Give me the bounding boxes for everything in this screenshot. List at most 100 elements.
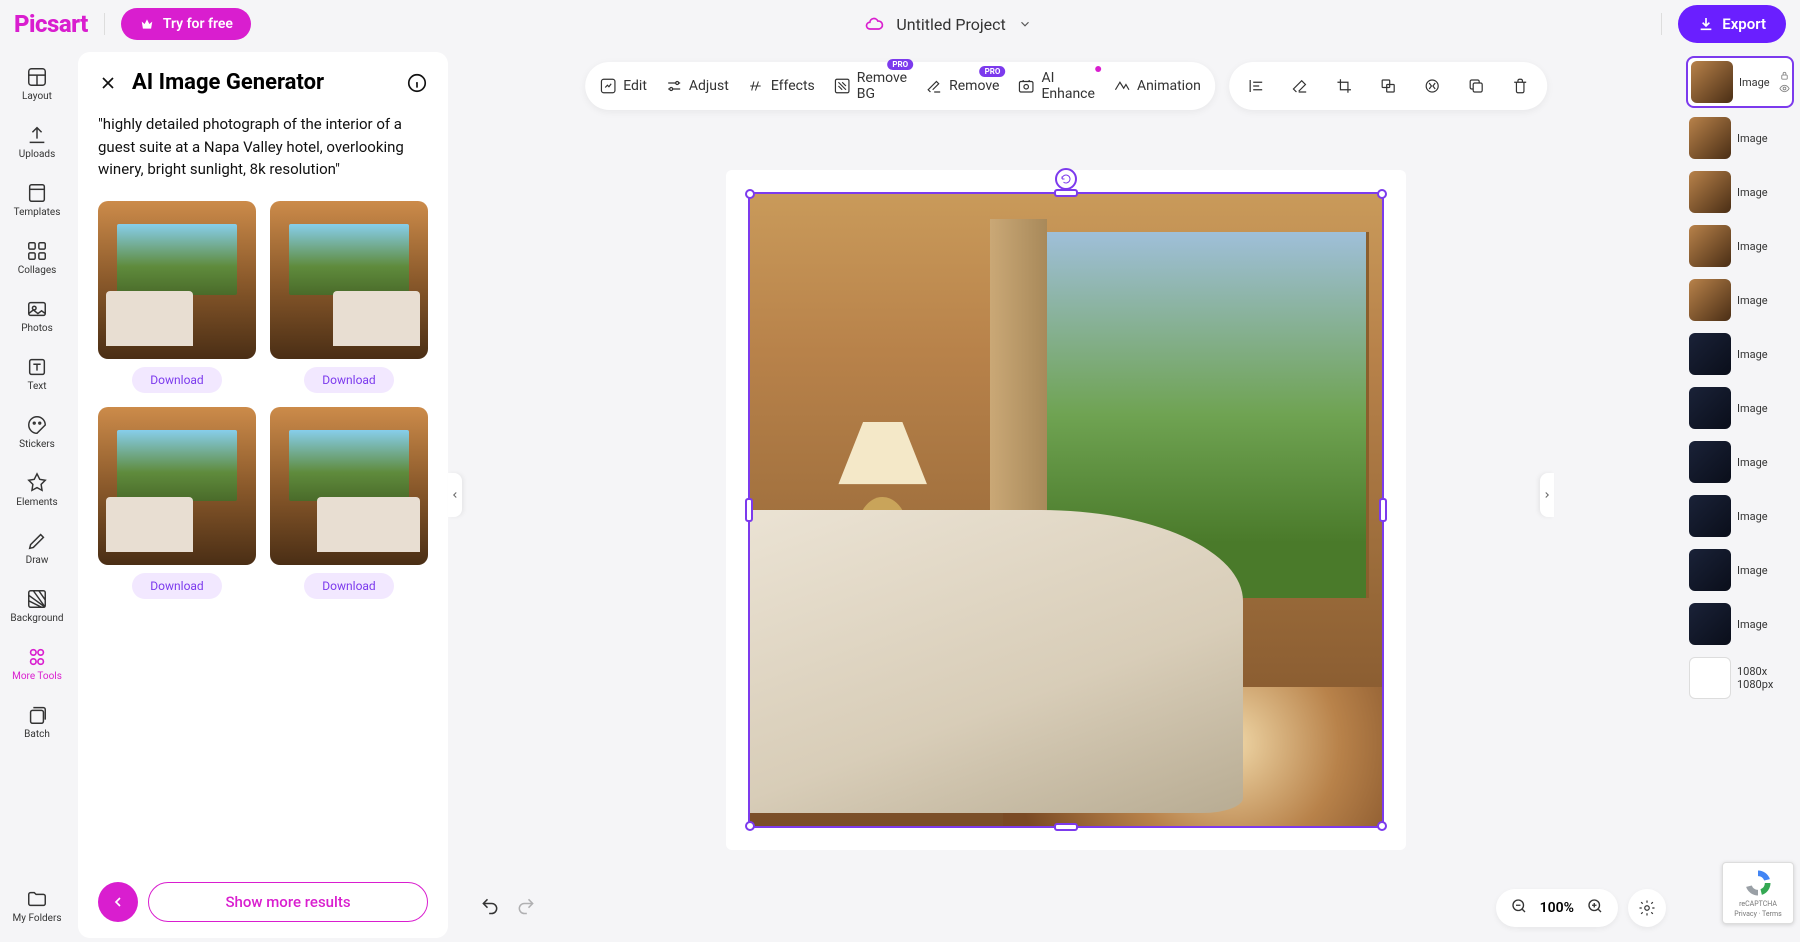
nav-photos[interactable]: Photos [0, 288, 74, 344]
animation-button[interactable]: Animation [1113, 77, 1201, 95]
remove-button[interactable]: RemovePRO [925, 77, 999, 95]
resize-handle-tl[interactable] [745, 189, 755, 199]
result-thumbnail[interactable] [98, 201, 256, 359]
nav-background[interactable]: Background [0, 578, 74, 634]
try-for-free-button[interactable]: Try for free [121, 8, 251, 40]
remove-bg-button[interactable]: Remove BGPRO [833, 70, 907, 102]
lock-icon[interactable] [1779, 70, 1790, 81]
back-button[interactable] [98, 882, 138, 922]
nav-draw[interactable]: Draw [0, 520, 74, 576]
canvas-area[interactable]: Edit Adjust Effects Remove BGPRO RemoveP… [452, 48, 1680, 942]
layer-item[interactable]: Image [1686, 438, 1794, 486]
resize-handle-ml[interactable] [745, 498, 753, 522]
nav-layout[interactable]: Layout [0, 56, 74, 112]
nav-elements[interactable]: Elements [0, 462, 74, 518]
result-thumbnail[interactable] [270, 201, 428, 359]
duplicate-icon [1467, 77, 1485, 95]
ai-enhance-icon [1017, 77, 1035, 95]
panel-title: AI Image Generator [132, 70, 392, 95]
zoom-value[interactable]: 100% [1540, 900, 1574, 916]
canvas-settings-button[interactable] [1628, 889, 1666, 927]
layer-item[interactable]: Image [1686, 114, 1794, 162]
eraser-icon [1291, 77, 1309, 95]
resize-handle-tr[interactable] [1377, 189, 1387, 199]
nav-stickers[interactable]: Stickers [0, 404, 74, 460]
recaptcha-badge[interactable]: reCAPTCHA Privacy · Terms [1722, 862, 1794, 924]
layer-item[interactable]: Image [1686, 330, 1794, 378]
recaptcha-terms: Privacy · Terms [1734, 910, 1781, 918]
resize-handle-bl[interactable] [745, 821, 755, 831]
undo-button[interactable] [480, 896, 500, 920]
project-title-area[interactable]: Untitled Project [864, 14, 1031, 34]
selection-frame[interactable] [748, 192, 1384, 828]
object-toolbar [1229, 62, 1547, 110]
result-thumbnail[interactable] [98, 407, 256, 565]
nav-my-folders[interactable]: My Folders [0, 878, 74, 934]
zoom-controls: 100% [1496, 889, 1618, 927]
export-button[interactable]: Export [1678, 5, 1786, 43]
nav-collages[interactable]: Collages [0, 230, 74, 286]
crop-icon [1335, 77, 1353, 95]
resize-handle-mt[interactable] [1054, 189, 1078, 197]
flip-button[interactable] [1419, 73, 1445, 99]
delete-button[interactable] [1507, 73, 1533, 99]
zoom-out-button[interactable] [1510, 897, 1528, 919]
duplicate-button[interactable] [1463, 73, 1489, 99]
download-button[interactable]: Download [132, 367, 221, 393]
redo-button[interactable] [516, 896, 536, 920]
layer-label: 1080x 1080px [1737, 665, 1791, 691]
layer-item[interactable]: Image [1686, 276, 1794, 324]
align-icon [1247, 77, 1265, 95]
layer-item[interactable]: Image [1686, 56, 1794, 108]
artboard[interactable] [726, 170, 1406, 850]
collapse-layers-handle[interactable] [1540, 473, 1554, 517]
layer-item[interactable]: Image [1686, 384, 1794, 432]
info-icon [406, 72, 428, 94]
nav-templates[interactable]: Templates [0, 172, 74, 228]
layer-thumbnail [1689, 441, 1731, 483]
layers-order-button[interactable] [1375, 73, 1401, 99]
zoom-in-button[interactable] [1586, 897, 1604, 919]
edit-icon [599, 77, 617, 95]
result-thumbnail[interactable] [270, 407, 428, 565]
close-panel-button[interactable] [98, 73, 118, 93]
ai-enhance-button[interactable]: AI Enhance [1017, 70, 1095, 102]
layer-item[interactable]: Image [1686, 222, 1794, 270]
layer-label: Image [1737, 240, 1768, 253]
edit-button[interactable]: Edit [599, 77, 647, 95]
elements-icon [26, 472, 48, 494]
resize-handle-br[interactable] [1377, 821, 1387, 831]
layer-item[interactable]: Image [1686, 546, 1794, 594]
crop-button[interactable] [1331, 73, 1357, 99]
resize-handle-mb[interactable] [1054, 823, 1078, 831]
selected-image[interactable] [750, 194, 1382, 826]
effects-button[interactable]: Effects [747, 77, 815, 95]
brand-logo[interactable]: Picsart [14, 10, 88, 38]
nav-text[interactable]: Text [0, 346, 74, 402]
chevron-down-icon[interactable] [1018, 17, 1032, 31]
folder-icon [26, 888, 48, 910]
adjust-button[interactable]: Adjust [665, 77, 729, 95]
zoom-in-icon [1586, 897, 1604, 915]
eraser-button[interactable] [1287, 73, 1313, 99]
layer-item[interactable]: Image [1686, 168, 1794, 216]
layer-thumbnail [1689, 225, 1731, 267]
eye-icon[interactable] [1779, 83, 1790, 94]
align-button[interactable] [1243, 73, 1269, 99]
layer-item[interactable]: Image [1686, 492, 1794, 540]
layers-panel: Image Image Image Image Image Image Image Image… [1680, 48, 1800, 942]
info-button[interactable] [406, 72, 428, 94]
download-button[interactable]: Download [304, 573, 393, 599]
rotate-handle[interactable] [1055, 168, 1077, 190]
download-button[interactable]: Download [304, 367, 393, 393]
layer-item[interactable]: 1080x 1080px [1686, 654, 1794, 702]
nav-uploads[interactable]: Uploads [0, 114, 74, 170]
remove-bg-icon [833, 77, 851, 95]
nav-more-tools[interactable]: More Tools [0, 636, 74, 692]
show-more-button[interactable]: Show more results [148, 882, 428, 922]
nav-batch[interactable]: Batch [0, 694, 74, 750]
layer-item[interactable]: Image [1686, 600, 1794, 648]
resize-handle-mr[interactable] [1379, 498, 1387, 522]
layer-label: Image [1737, 348, 1768, 361]
download-button[interactable]: Download [132, 573, 221, 599]
